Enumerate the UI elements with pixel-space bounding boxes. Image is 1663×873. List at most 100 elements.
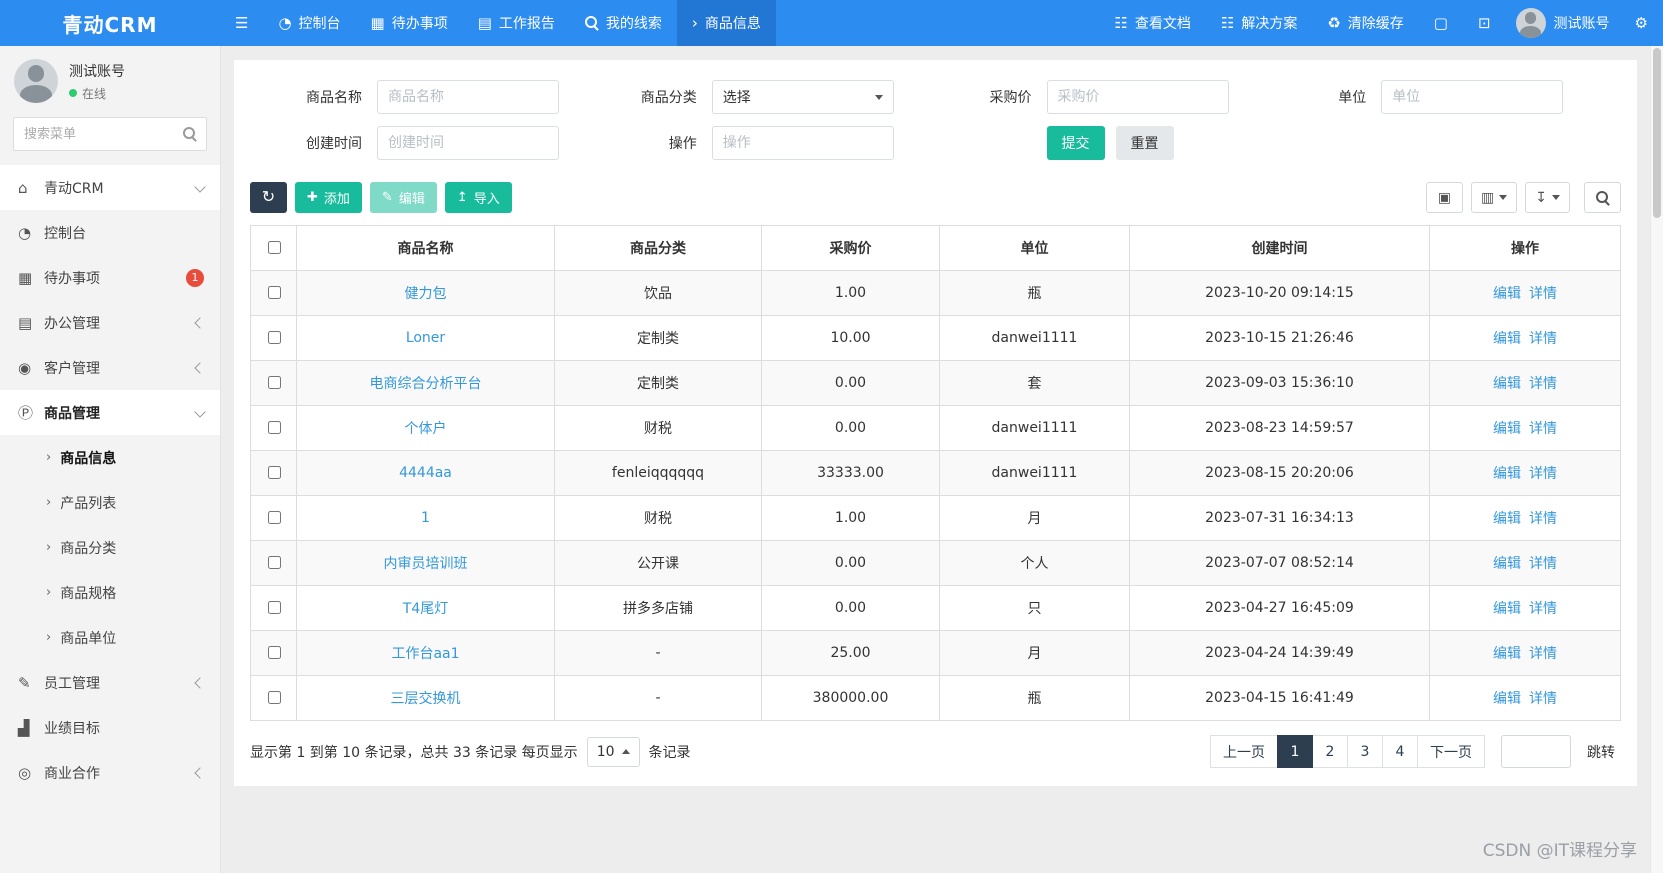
page-number-button[interactable]: 2	[1312, 735, 1348, 768]
sidebar-item-product-unit[interactable]: › 商品单位	[0, 615, 220, 660]
row-checkbox[interactable]	[267, 376, 281, 389]
sidebar-item-product-category[interactable]: › 商品分类	[0, 525, 220, 570]
nav-item-product-info[interactable]: › 商品信息	[676, 0, 776, 46]
edit-link[interactable]: 编辑	[1493, 556, 1521, 572]
sidebar-item-employee-mgmt[interactable]: ✎ 员工管理	[0, 660, 220, 705]
clear-cache-link[interactable]: ♻ 清除缓存	[1312, 0, 1418, 46]
product-name-link[interactable]: 工作台aa1	[391, 646, 459, 662]
row-checkbox[interactable]	[267, 646, 281, 659]
edit-link[interactable]: 编辑	[1493, 331, 1521, 347]
nav-item-todo[interactable]: ▦ 待办事项	[356, 0, 463, 46]
page-number-button[interactable]: 4	[1382, 735, 1418, 768]
sidebar-item-todo[interactable]: ▦ 待办事项 1	[0, 255, 220, 300]
edit-link[interactable]: 编辑	[1493, 421, 1521, 437]
product-name-link[interactable]: Loner	[406, 330, 445, 346]
row-checkbox[interactable]	[267, 331, 281, 344]
detail-link[interactable]: 详情	[1529, 601, 1557, 617]
sidebar-item-qingdong-crm[interactable]: ⌂ 青动CRM	[0, 165, 220, 210]
row-checkbox[interactable]	[267, 556, 281, 569]
add-button[interactable]: ✚ 添加	[295, 182, 362, 213]
product-name-link[interactable]: 内审员培训班	[384, 556, 468, 572]
product-name-link[interactable]: 电商综合分析平台	[370, 376, 482, 392]
edit-link[interactable]: 编辑	[1493, 376, 1521, 392]
refresh-button[interactable]: ↻	[250, 182, 287, 213]
sidebar-item-customer-mgmt[interactable]: ◉ 客户管理	[0, 345, 220, 390]
prev-page-button[interactable]: 上一页	[1210, 735, 1278, 768]
nav-item-my-leads[interactable]: 我的线索	[570, 0, 677, 46]
create-time-input[interactable]	[377, 126, 559, 160]
product-name-link[interactable]: 个体户	[405, 421, 447, 437]
view-docs-link[interactable]: ☷ 查看文档	[1099, 0, 1205, 46]
jump-page-input[interactable]	[1501, 735, 1571, 768]
jump-button[interactable]: 跳转	[1581, 741, 1621, 763]
sidebar-item-console[interactable]: ◔ 控制台	[0, 210, 220, 255]
detail-link[interactable]: 详情	[1529, 286, 1557, 302]
sidebar-item-office-mgmt[interactable]: ▤ 办公管理	[0, 300, 220, 345]
row-checkbox[interactable]	[267, 511, 281, 524]
select-all-checkbox[interactable]	[267, 241, 281, 254]
app-logo[interactable]: 青动CRM	[0, 0, 220, 46]
purchase-price-input[interactable]	[1046, 80, 1229, 114]
column-header-created[interactable]: 创建时间	[1129, 225, 1430, 271]
product-name-link[interactable]: 1	[421, 510, 430, 526]
nav-item-console[interactable]: ◔ 控制台	[263, 0, 355, 46]
row-checkbox[interactable]	[267, 691, 281, 704]
export-button[interactable]: ↧	[1525, 182, 1570, 213]
page-number-button[interactable]: 1	[1277, 735, 1313, 768]
detail-link[interactable]: 详情	[1529, 511, 1557, 527]
edit-link[interactable]: 编辑	[1493, 286, 1521, 302]
sidebar-item-business-coop[interactable]: ◎ 商业合作	[0, 750, 220, 795]
edit-link[interactable]: 编辑	[1493, 601, 1521, 617]
sidebar-item-product-mgmt[interactable]: Ⓟ 商品管理	[0, 390, 220, 435]
column-header-unit[interactable]: 单位	[939, 225, 1130, 271]
import-button[interactable]: ↥ 导入	[444, 182, 512, 213]
column-header-price[interactable]: 采购价	[761, 225, 940, 271]
next-page-button[interactable]: 下一页	[1417, 735, 1485, 768]
edit-button[interactable]: ✎ 编辑	[369, 182, 437, 213]
columns-button[interactable]: ▥	[1471, 182, 1518, 213]
row-checkbox[interactable]	[267, 286, 281, 299]
unit-input[interactable]	[1381, 80, 1564, 114]
user-menu[interactable]: 测试账号	[1506, 0, 1620, 46]
fullscreen-button[interactable]: ⊡	[1463, 0, 1506, 46]
page-size-select[interactable]: 10	[586, 736, 640, 767]
sidebar-item-product-info[interactable]: › 商品信息	[0, 435, 220, 480]
product-name-link[interactable]: 三层交换机	[391, 691, 461, 707]
file-button[interactable]: ▢	[1419, 0, 1463, 46]
row-checkbox[interactable]	[267, 466, 281, 479]
column-header-category[interactable]: 商品分类	[554, 225, 762, 271]
detail-link[interactable]: 详情	[1529, 556, 1557, 572]
edit-link[interactable]: 编辑	[1493, 646, 1521, 662]
product-name-link[interactable]: T4尾灯	[403, 601, 448, 617]
page-number-button[interactable]: 3	[1347, 735, 1383, 768]
submit-button[interactable]: 提交	[1046, 126, 1105, 160]
solutions-link[interactable]: ☷ 解决方案	[1206, 0, 1312, 46]
sidebar-toggle-button[interactable]: ☰	[220, 0, 263, 46]
product-name-link[interactable]: 4444aa	[399, 465, 452, 481]
product-name-input[interactable]	[377, 80, 559, 114]
edit-link[interactable]: 编辑	[1493, 511, 1521, 527]
edit-link[interactable]: 编辑	[1493, 691, 1521, 707]
nav-item-work-report[interactable]: ▤ 工作报告	[463, 0, 570, 46]
scrollbar[interactable]	[1650, 46, 1663, 873]
row-checkbox[interactable]	[267, 601, 281, 614]
detail-link[interactable]: 详情	[1529, 421, 1557, 437]
detail-link[interactable]: 详情	[1529, 466, 1557, 482]
row-checkbox[interactable]	[267, 421, 281, 434]
settings-button[interactable]: ⚙	[1620, 0, 1663, 46]
detail-link[interactable]: 详情	[1529, 646, 1557, 662]
sidebar-item-product-spec[interactable]: › 商品规格	[0, 570, 220, 615]
operation-input[interactable]	[711, 126, 894, 160]
table-search-button[interactable]	[1584, 182, 1621, 213]
detail-link[interactable]: 详情	[1529, 691, 1557, 707]
product-name-link[interactable]: 健力包	[405, 286, 447, 302]
sidebar-item-product-list[interactable]: › 产品列表	[0, 480, 220, 525]
toggle-view-button[interactable]: ▣	[1426, 182, 1464, 213]
detail-link[interactable]: 详情	[1529, 376, 1557, 392]
scrollbar-thumb[interactable]	[1653, 48, 1661, 218]
edit-link[interactable]: 编辑	[1493, 466, 1521, 482]
sidebar-item-performance-target[interactable]: ▟ 业绩目标	[0, 705, 220, 750]
menu-search-input[interactable]	[13, 117, 207, 151]
detail-link[interactable]: 详情	[1529, 331, 1557, 347]
category-select[interactable]: 选择	[711, 80, 894, 114]
